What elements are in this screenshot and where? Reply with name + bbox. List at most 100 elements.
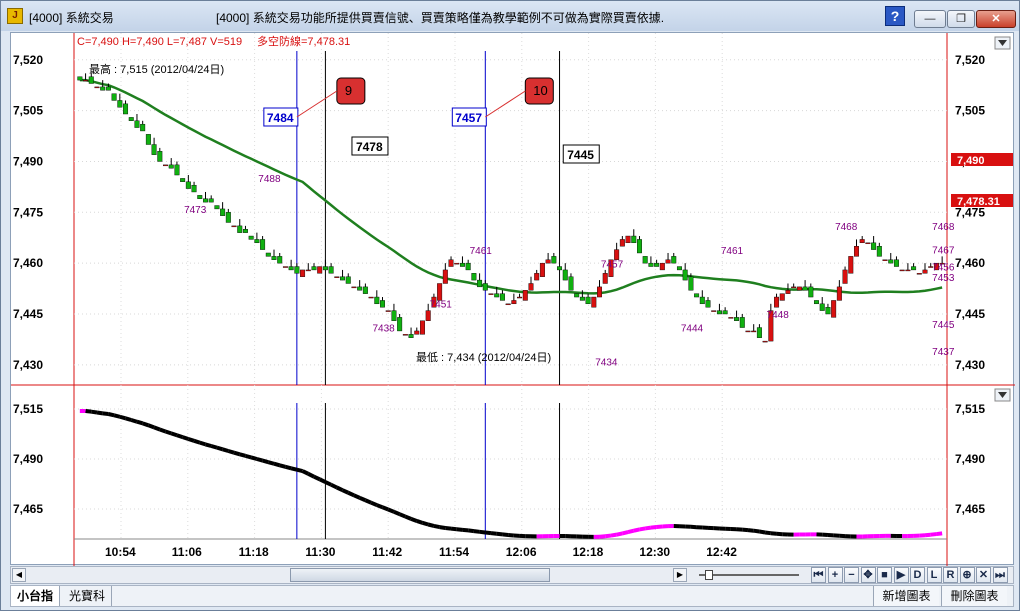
osc-segment bbox=[650, 525, 657, 530]
osc-segment bbox=[358, 495, 367, 503]
candle-body bbox=[163, 164, 168, 167]
x-tick-label: 12:18 bbox=[573, 545, 604, 559]
maximize-button[interactable]: ❐ bbox=[947, 10, 975, 28]
nav-button-9[interactable]: ⊕ bbox=[959, 567, 975, 583]
osc-segment bbox=[227, 449, 235, 455]
candle-body bbox=[711, 310, 717, 312]
osc-segment bbox=[250, 455, 258, 461]
candle-body bbox=[676, 266, 682, 271]
pivot-price-label: 7461 bbox=[721, 246, 744, 257]
candle-body bbox=[185, 181, 191, 189]
candle-body bbox=[688, 276, 694, 291]
osc-segment bbox=[421, 520, 429, 527]
candle-body bbox=[157, 151, 163, 162]
candle-body bbox=[237, 225, 243, 233]
candle-body bbox=[425, 310, 431, 321]
candle-body bbox=[774, 296, 780, 308]
x-tick-label: 11:18 bbox=[239, 545, 269, 559]
low-annotation: 最低 : 7,434 (2012/04/24日) bbox=[416, 351, 551, 364]
nav-button-2[interactable]: − bbox=[844, 567, 859, 583]
candle-body bbox=[282, 266, 288, 268]
candle-body bbox=[642, 256, 648, 264]
osc-segment bbox=[307, 472, 315, 479]
help-button[interactable]: ? bbox=[885, 6, 905, 26]
osc-segment bbox=[187, 437, 195, 443]
candle-body bbox=[762, 340, 768, 343]
osc-segment bbox=[742, 527, 749, 533]
osc-segment bbox=[113, 413, 121, 419]
zoom-slider-knob[interactable] bbox=[705, 570, 713, 580]
signal-price-text: 7484 bbox=[267, 111, 294, 125]
ma-line-green bbox=[79, 78, 943, 295]
add-chart-button[interactable]: 新增圖表 bbox=[873, 586, 939, 606]
pivot-price-label: 7457 bbox=[601, 259, 624, 270]
nav-button-8[interactable]: R bbox=[943, 567, 958, 583]
osc-segment bbox=[639, 526, 646, 532]
minimize-button[interactable]: — bbox=[914, 10, 946, 28]
osc-segment bbox=[467, 528, 475, 534]
osc-segment bbox=[644, 525, 652, 531]
osc-segment bbox=[147, 423, 155, 430]
line-price-badge: 7,478.31 bbox=[957, 196, 1000, 208]
osc-segment bbox=[759, 529, 766, 535]
candle-body bbox=[220, 208, 226, 216]
app-window: J [4000] 系統交易 [4000] 系統交易功能所提供買賣信號、買賣策略僅… bbox=[0, 0, 1020, 611]
osc-segment bbox=[102, 411, 109, 416]
osc-segment bbox=[176, 433, 184, 440]
candle-body bbox=[808, 286, 814, 298]
pivot-price-label: 7434 bbox=[595, 357, 618, 368]
tab-small-taiex[interactable]: 小台指 bbox=[11, 586, 61, 606]
x-tick-label: 12:30 bbox=[639, 545, 670, 559]
candle-body bbox=[671, 256, 677, 264]
zoom-slider[interactable] bbox=[691, 568, 809, 582]
nav-button-4[interactable]: ■ bbox=[877, 567, 892, 583]
title-bar[interactable]: J [4000] 系統交易 [4000] 系統交易功能所提供買賣信號、買賣策略僅… bbox=[1, 1, 1019, 31]
candle-body bbox=[505, 303, 511, 306]
osc-segment bbox=[753, 528, 760, 534]
candle-body bbox=[602, 273, 608, 284]
chart-canvas[interactable]: 7,5207,5207,5057,5057,4907,4907,4757,475… bbox=[11, 33, 1015, 566]
osc-segment bbox=[301, 469, 310, 476]
panel2-menu-button[interactable] bbox=[994, 388, 1011, 402]
scroll-thumb[interactable] bbox=[290, 568, 550, 582]
candle-body bbox=[231, 225, 237, 228]
candle-body bbox=[128, 117, 134, 121]
nav-button-5[interactable]: ▶ bbox=[893, 567, 909, 583]
chart-area[interactable]: 7,5207,5207,5057,5057,4907,4907,4757,475… bbox=[10, 32, 1015, 566]
panel1-menu-button[interactable] bbox=[994, 36, 1011, 50]
delete-chart-button[interactable]: 刪除圖表 bbox=[941, 586, 1007, 606]
candle-body bbox=[751, 330, 757, 333]
candle-body bbox=[459, 262, 465, 267]
window-notice: [4000] 系統交易功能所提供買賣信號、買賣策略僅為教學範例不可做為實際買賣依… bbox=[216, 11, 665, 25]
candle-body bbox=[288, 266, 294, 271]
osc-segment bbox=[216, 445, 224, 452]
candle-body bbox=[294, 266, 300, 274]
close-button[interactable]: ✕ bbox=[976, 10, 1016, 28]
osc-segment bbox=[107, 412, 115, 418]
current-price-badge: 7,490 bbox=[957, 155, 985, 167]
candle-body bbox=[528, 283, 534, 291]
candle-body bbox=[734, 317, 740, 321]
y-tick-left: 7,430 bbox=[13, 358, 43, 372]
tab-liteon[interactable]: 光寶科 bbox=[63, 586, 113, 606]
candle-body bbox=[814, 300, 819, 305]
osc-segment bbox=[416, 519, 424, 525]
chart-scrollbar[interactable]: ◀ ▶ ⏮ + − ✥ ■ ▶ D L R ⊕ ✕ ⏭ bbox=[10, 566, 1014, 584]
candle-body bbox=[208, 198, 214, 203]
candle-body bbox=[745, 330, 751, 333]
candle-body bbox=[791, 286, 797, 289]
nav-button-6[interactable]: D bbox=[910, 567, 925, 583]
signal-connector bbox=[485, 90, 526, 118]
nav-button-10[interactable]: ✕ bbox=[976, 567, 991, 583]
close-icon: ✕ bbox=[991, 13, 1001, 25]
window-title: [4000] 系統交易 bbox=[29, 11, 114, 25]
osc-segment bbox=[130, 418, 138, 424]
exit-price-text: 7478 bbox=[356, 140, 383, 154]
nav-button-1[interactable]: + bbox=[827, 567, 843, 583]
nav-button-0[interactable]: ⏮ bbox=[811, 567, 826, 583]
scroll-left-arrow-icon[interactable]: ◀ bbox=[12, 568, 26, 582]
nav-button-3[interactable]: ✥ bbox=[860, 567, 876, 583]
scroll-right-arrow-icon[interactable]: ▶ bbox=[673, 568, 687, 582]
nav-button-7[interactable]: L bbox=[926, 567, 942, 583]
nav-button-11[interactable]: ⏭ bbox=[992, 567, 1008, 583]
